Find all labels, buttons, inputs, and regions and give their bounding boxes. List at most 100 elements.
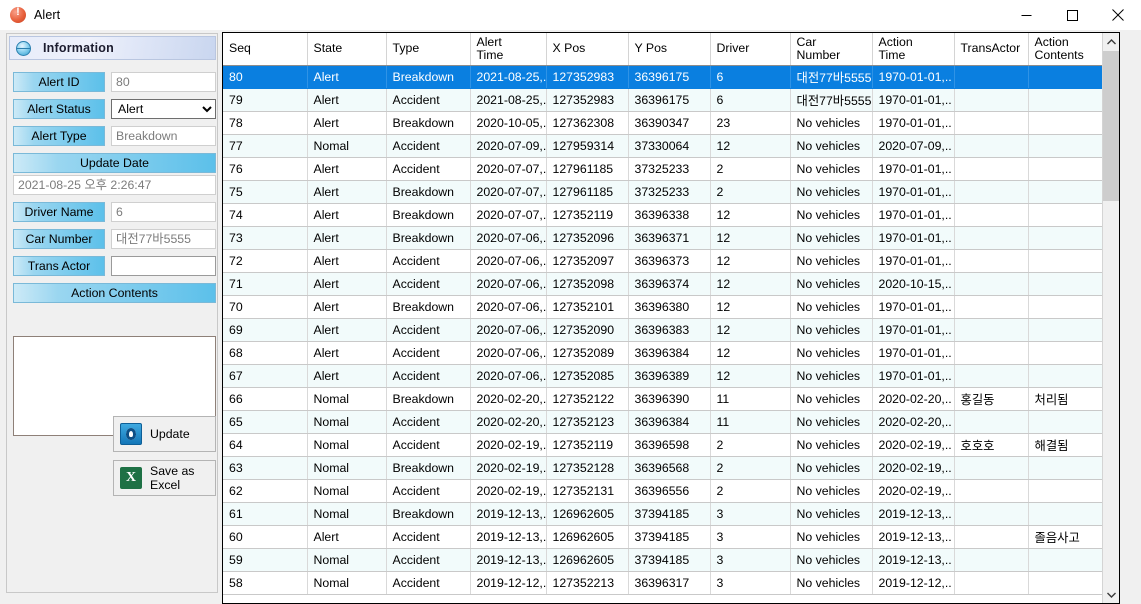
table-cell[interactable]: Nomal: [307, 571, 387, 595]
table-cell[interactable]: [1028, 456, 1103, 480]
table-cell[interactable]: 3: [710, 502, 791, 526]
table-cell[interactable]: [1028, 364, 1103, 388]
table-cell[interactable]: 69: [223, 318, 308, 342]
table-cell[interactable]: 37394185: [628, 548, 711, 572]
table-cell[interactable]: [1028, 65, 1103, 89]
table-cell[interactable]: [1028, 180, 1103, 204]
table-cell[interactable]: [954, 88, 1029, 112]
table-cell[interactable]: 127352101: [546, 295, 629, 319]
table-cell[interactable]: 1970-01-01,..: [872, 180, 955, 204]
table-cell[interactable]: 36396380: [628, 295, 711, 319]
chevron-down-icon[interactable]: [1103, 586, 1119, 603]
table-cell[interactable]: Accident: [386, 433, 471, 457]
table-cell[interactable]: 1970-01-01,..: [872, 226, 955, 250]
table-row[interactable]: 68 Alert Accident 2020-07-06,.. 127352089 363…: [223, 341, 1103, 365]
table-cell[interactable]: Nomal: [307, 134, 387, 158]
table-cell[interactable]: No vehicles: [790, 525, 873, 549]
table-cell[interactable]: Accident: [386, 548, 471, 572]
table-cell[interactable]: 2: [710, 180, 791, 204]
table-cell[interactable]: Alert: [307, 226, 387, 250]
table-cell[interactable]: 2: [710, 157, 791, 181]
table-cell[interactable]: [1028, 249, 1103, 273]
chevron-up-icon[interactable]: [1103, 33, 1119, 50]
table-cell[interactable]: 12: [710, 272, 791, 296]
table-row[interactable]: 58 Nomal Accident 2019-12-12,.. 127352213 363…: [223, 571, 1103, 595]
table-cell[interactable]: No vehicles: [790, 272, 873, 296]
table-cell[interactable]: 1970-01-01,..: [872, 341, 955, 365]
table-cell[interactable]: 3: [710, 548, 791, 572]
table-cell[interactable]: 36396374: [628, 272, 711, 296]
table-cell[interactable]: [1028, 479, 1103, 503]
table-cell[interactable]: No vehicles: [790, 548, 873, 572]
table-cell[interactable]: 37325233: [628, 180, 711, 204]
table-cell[interactable]: 36396175: [628, 88, 711, 112]
table-cell[interactable]: 12: [710, 249, 791, 273]
trans-actor-input[interactable]: [111, 256, 216, 276]
column-header[interactable]: X Pos: [546, 33, 629, 66]
table-cell[interactable]: 2021-08-25,..: [470, 65, 547, 89]
save-as-excel-button[interactable]: X Save as Excel: [113, 460, 216, 496]
table-cell[interactable]: [1028, 272, 1103, 296]
table-cell[interactable]: 127961185: [546, 180, 629, 204]
table-cell[interactable]: 11: [710, 410, 791, 434]
table-cell[interactable]: 2019-12-12,..: [470, 571, 547, 595]
table-cell[interactable]: [1028, 157, 1103, 181]
table-cell[interactable]: 3: [710, 571, 791, 595]
table-cell[interactable]: [1028, 88, 1103, 112]
table-cell[interactable]: 1970-01-01,..: [872, 249, 955, 273]
table-cell[interactable]: Nomal: [307, 548, 387, 572]
table-cell[interactable]: 127352123: [546, 410, 629, 434]
table-cell[interactable]: Alert: [307, 249, 387, 273]
table-cell[interactable]: 65: [223, 410, 308, 434]
table-cell[interactable]: 60: [223, 525, 308, 549]
vertical-scrollbar[interactable]: [1102, 33, 1119, 603]
table-row[interactable]: 71 Alert Accident 2020-07-06,.. 127352098 363…: [223, 272, 1103, 296]
table-cell[interactable]: Alert: [307, 180, 387, 204]
table-cell[interactable]: 127352131: [546, 479, 629, 503]
table-cell[interactable]: Breakdown: [386, 456, 471, 480]
table-cell[interactable]: 127352089: [546, 341, 629, 365]
table-cell[interactable]: 2020-02-19,..: [470, 479, 547, 503]
table-cell[interactable]: 127352983: [546, 88, 629, 112]
table-cell[interactable]: [954, 479, 1029, 503]
table-cell[interactable]: 76: [223, 157, 308, 181]
column-header[interactable]: Driver: [710, 33, 791, 66]
table-cell[interactable]: 23: [710, 111, 791, 135]
table-cell[interactable]: [954, 203, 1029, 227]
table-cell[interactable]: 63: [223, 456, 308, 480]
table-cell[interactable]: Nomal: [307, 502, 387, 526]
table-cell[interactable]: 127352097: [546, 249, 629, 273]
table-cell[interactable]: 6: [710, 88, 791, 112]
table-cell[interactable]: Alert: [307, 295, 387, 319]
column-header[interactable]: Seq: [223, 33, 308, 66]
table-cell[interactable]: [954, 295, 1029, 319]
table-cell[interactable]: Accident: [386, 318, 471, 342]
minimize-icon[interactable]: [1003, 0, 1049, 30]
table-cell[interactable]: Alert: [307, 157, 387, 181]
table-cell[interactable]: 36396371: [628, 226, 711, 250]
table-row[interactable]: 65 Nomal Accident 2020-02-20,.. 127352123 363…: [223, 410, 1103, 434]
table-cell[interactable]: [954, 548, 1029, 572]
table-cell[interactable]: Breakdown: [386, 203, 471, 227]
table-cell[interactable]: Accident: [386, 249, 471, 273]
table-cell[interactable]: Nomal: [307, 479, 387, 503]
table-cell[interactable]: No vehicles: [790, 456, 873, 480]
table-cell[interactable]: 36396383: [628, 318, 711, 342]
column-header[interactable]: Action Contents: [1028, 33, 1103, 66]
column-header[interactable]: Type: [386, 33, 471, 66]
table-cell[interactable]: 74: [223, 203, 308, 227]
table-cell[interactable]: 2020-02-20,..: [872, 410, 955, 434]
table-cell[interactable]: Alert: [307, 364, 387, 388]
table-cell[interactable]: 2020-02-20,..: [470, 410, 547, 434]
table-cell[interactable]: 2020-07-06,..: [470, 318, 547, 342]
table-row[interactable]: 63 Nomal Breakdown 2020-02-19,.. 127352128 36…: [223, 456, 1103, 480]
table-cell[interactable]: Alert: [307, 111, 387, 135]
table-cell[interactable]: 61: [223, 502, 308, 526]
table-cell[interactable]: 62: [223, 479, 308, 503]
table-cell[interactable]: [954, 502, 1029, 526]
table-cell[interactable]: 127352098: [546, 272, 629, 296]
table-cell[interactable]: No vehicles: [790, 157, 873, 181]
table-row[interactable]: 69 Alert Accident 2020-07-06,.. 127352090 363…: [223, 318, 1103, 342]
table-cell[interactable]: 2021-08-25,..: [470, 88, 547, 112]
table-cell[interactable]: 2020-10-15,..: [872, 272, 955, 296]
